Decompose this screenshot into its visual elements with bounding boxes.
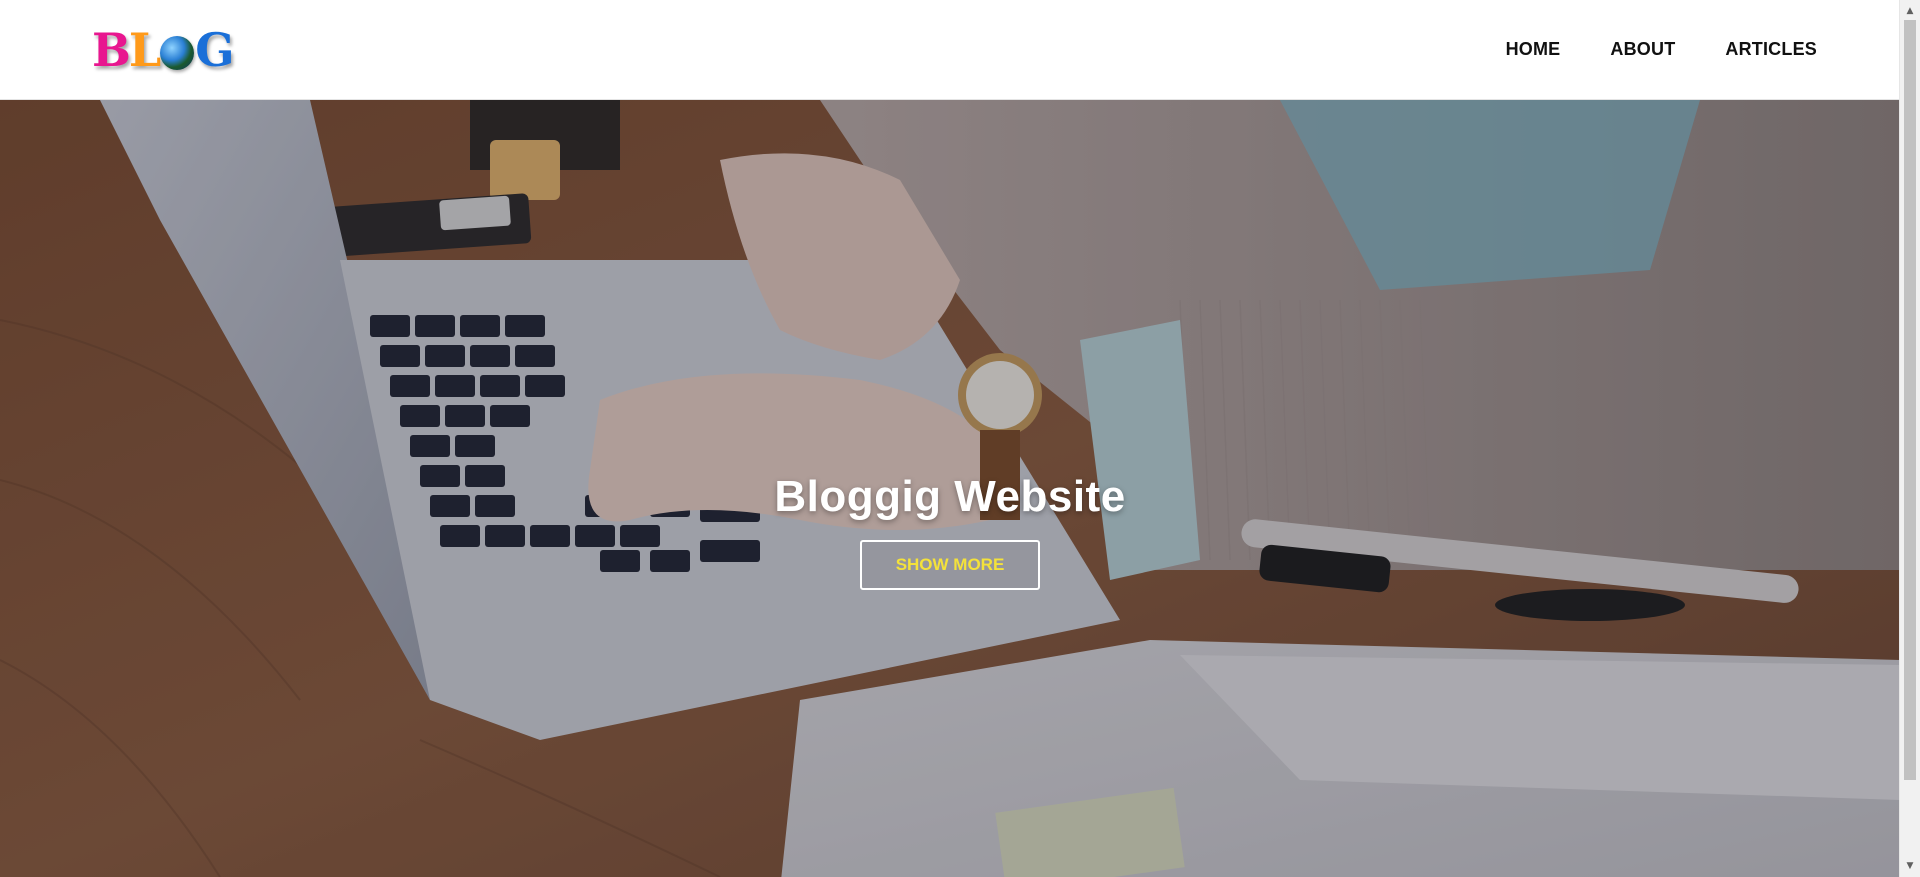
page: B L G HOME ABOUT ARTICLES Bloggig Websit… bbox=[0, 0, 1920, 877]
nav-about[interactable]: ABOUT bbox=[1610, 39, 1675, 60]
site-header: B L G HOME ABOUT ARTICLES bbox=[0, 0, 1900, 100]
hero-title: Bloggig Website bbox=[774, 472, 1126, 521]
nav-home[interactable]: HOME bbox=[1506, 39, 1561, 60]
logo-letter-l: L bbox=[128, 23, 161, 77]
logo[interactable]: B L G bbox=[92, 22, 235, 78]
vertical-scrollbar[interactable]: ▲ ▼ bbox=[1899, 0, 1920, 877]
scroll-thumb[interactable] bbox=[1904, 20, 1916, 780]
nav-articles[interactable]: ARTICLES bbox=[1725, 39, 1817, 60]
logo-letter-g: G bbox=[195, 23, 234, 77]
show-more-button[interactable]: SHOW MORE bbox=[859, 540, 1041, 590]
logo-letter-b: B bbox=[92, 23, 131, 77]
main-nav: HOME ABOUT ARTICLES bbox=[1506, 0, 1817, 99]
triangle-down-icon[interactable]: ▼ bbox=[1900, 857, 1920, 875]
globe-icon bbox=[160, 36, 195, 70]
hero-content: Bloggig Website SHOW MORE bbox=[0, 472, 1900, 590]
hero-section: Bloggig Website SHOW MORE bbox=[0, 100, 1900, 877]
triangle-up-icon[interactable]: ▲ bbox=[1900, 2, 1920, 20]
